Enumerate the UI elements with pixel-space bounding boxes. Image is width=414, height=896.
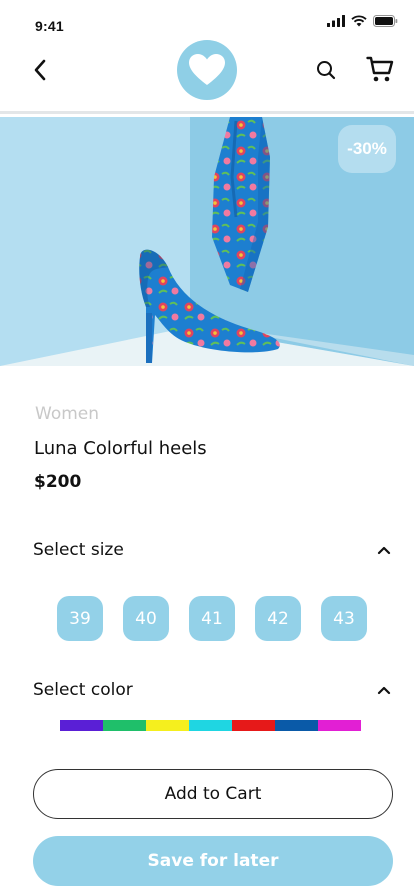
product-price: $200 (34, 472, 82, 492)
back-button[interactable] (24, 54, 56, 86)
discount-badge: -30% (338, 125, 396, 173)
size-option-41[interactable]: 41 (189, 596, 235, 641)
cart-icon (366, 56, 394, 82)
battery-icon (373, 15, 398, 27)
chevron-up-icon (377, 546, 391, 555)
status-bar: 9:41 (0, 0, 414, 44)
color-swatch[interactable] (103, 720, 146, 731)
color-options (60, 720, 361, 731)
chevron-up-icon (377, 686, 391, 695)
search-icon (317, 61, 336, 80)
app-header (0, 40, 414, 114)
brand-logo (177, 40, 237, 100)
size-options: 39 40 41 42 43 (57, 596, 367, 641)
select-color-title: Select color (33, 680, 133, 700)
search-button[interactable] (312, 56, 340, 84)
color-swatch[interactable] (189, 720, 232, 731)
cart-button[interactable] (362, 52, 398, 88)
size-option-39[interactable]: 39 (57, 596, 103, 641)
product-image: -30% (0, 117, 414, 366)
size-option-43[interactable]: 43 (321, 596, 367, 641)
status-time: 9:41 (35, 18, 64, 34)
color-swatch[interactable] (318, 720, 361, 731)
color-swatch[interactable] (275, 720, 318, 731)
color-section-toggle[interactable] (372, 678, 396, 702)
heart-icon (189, 54, 225, 85)
color-swatch[interactable] (146, 720, 189, 731)
status-icons (327, 15, 398, 27)
color-swatch[interactable] (60, 720, 103, 731)
add-to-cart-button[interactable]: Add to Cart (33, 769, 393, 819)
signal-icon (327, 15, 345, 27)
size-section-toggle[interactable] (372, 538, 396, 562)
product-category: Women (35, 404, 100, 424)
size-option-40[interactable]: 40 (123, 596, 169, 641)
save-for-later-button[interactable]: Save for later (33, 836, 393, 886)
color-swatch[interactable] (232, 720, 275, 731)
product-name: Luna Colorful heels (34, 438, 207, 459)
size-option-42[interactable]: 42 (255, 596, 301, 641)
wifi-icon (351, 15, 367, 27)
chevron-left-icon (34, 59, 46, 81)
select-size-title: Select size (33, 540, 124, 560)
